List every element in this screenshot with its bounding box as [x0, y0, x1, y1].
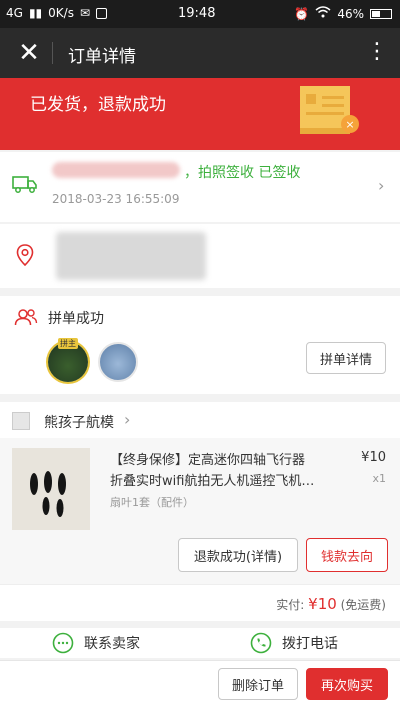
- shipping-note: (免运费): [340, 598, 386, 612]
- status-bar: 4G ▮▮ 0K/s ✉ 19:48 ⏰ 46%: [0, 0, 400, 28]
- more-options-icon[interactable]: ⋮: [366, 38, 388, 68]
- avatar: 拼主: [48, 338, 88, 382]
- chevron-right-icon: ›: [124, 410, 131, 429]
- contact-seller-button[interactable]: 联系卖家: [52, 632, 140, 654]
- call-phone-button[interactable]: 拨打电话: [250, 632, 338, 654]
- product-spec: 扇叶1套（配件）: [110, 496, 194, 509]
- order-status-banner: 已发货，退款成功 ×: [0, 78, 400, 150]
- host-tag: 拼主: [58, 338, 78, 349]
- shop-header[interactable]: 熊孩子航模 ›: [0, 402, 400, 438]
- total-amount: ¥10: [308, 595, 337, 613]
- order-status-text: 已发货，退款成功: [30, 95, 166, 115]
- notification-icon: ✉: [79, 6, 91, 20]
- signal-icon: ▮▮: [28, 6, 43, 20]
- shipping-info[interactable]: ，拍照签收 已签收 2018-03-23 16:55:09 ›: [0, 152, 400, 222]
- product-quantity: x1: [372, 472, 386, 485]
- shipping-address: [0, 224, 400, 288]
- refund-document-icon: ×: [300, 86, 359, 134]
- chevron-right-icon: ›: [378, 176, 385, 195]
- buy-again-button[interactable]: 再次购买: [306, 668, 388, 700]
- app-icon: [96, 7, 108, 19]
- group-status-title: 拼单成功: [48, 311, 104, 327]
- order-total: 实付: ¥10 (免运费): [0, 584, 400, 621]
- nav-divider: [52, 42, 53, 64]
- group-detail-button[interactable]: 拼单详情: [306, 342, 386, 374]
- clock: 19:48: [178, 6, 216, 21]
- group-users-icon: [14, 309, 38, 326]
- redacted-courier-text: [52, 162, 180, 178]
- location-pin-icon: [16, 244, 34, 266]
- network-indicator: 4G: [6, 6, 23, 20]
- status-right: ⏰ 46%: [294, 6, 392, 21]
- product-title: 【终身保修】定高迷你四轴飞行器折叠实时wifi航拍无人机遥控飞机…: [110, 453, 315, 489]
- battery-percent: 46%: [337, 6, 364, 21]
- redacted-address: [56, 232, 206, 280]
- status-left: 4G ▮▮ 0K/s ✉: [6, 6, 108, 20]
- product-image: [12, 448, 90, 530]
- product-price: ¥10: [361, 450, 386, 465]
- delivery-status: ，拍照签收 已签收: [184, 165, 301, 181]
- contact-seller-label: 联系卖家: [84, 636, 140, 652]
- delivery-truck-icon: [12, 176, 37, 193]
- refund-detail-button[interactable]: 退款成功(详情): [178, 538, 298, 572]
- bottom-action-bar: 删除订单 再次购买: [0, 660, 400, 707]
- page-title: 订单详情: [68, 47, 136, 67]
- total-label: 实付:: [276, 598, 305, 612]
- delete-order-button[interactable]: 删除订单: [218, 668, 298, 700]
- avatar: [98, 342, 138, 382]
- shop-name: 熊孩子航模: [44, 415, 114, 431]
- call-phone-label: 拨打电话: [282, 636, 338, 652]
- close-icon[interactable]: ✕: [14, 38, 44, 68]
- network-speed: 0K/s: [48, 6, 74, 20]
- money-destination-button[interactable]: 钱款去向: [306, 538, 388, 572]
- delivery-time: 2018-03-23 16:55:09: [52, 192, 180, 206]
- alarm-icon: ⏰: [294, 6, 310, 21]
- phone-icon: [250, 632, 272, 654]
- product-item[interactable]: 【终身保修】定高迷你四轴飞行器折叠实时wifi航拍无人机遥控飞机… 扇叶1套（配…: [0, 438, 400, 584]
- total-row: 实付: ¥10 (免运费): [276, 595, 386, 613]
- group-buy-section: 拼单成功 拼主 拼单详情: [0, 296, 400, 394]
- nav-bar: ✕ 订单详情 ⋮: [0, 28, 400, 78]
- chat-bubble-icon: [52, 632, 74, 654]
- shop-icon: [12, 412, 30, 430]
- contact-row: 联系卖家 拨打电话: [0, 628, 400, 658]
- wifi-icon: [315, 6, 331, 21]
- svg-text:×: ×: [345, 118, 354, 131]
- battery-icon: [370, 8, 392, 19]
